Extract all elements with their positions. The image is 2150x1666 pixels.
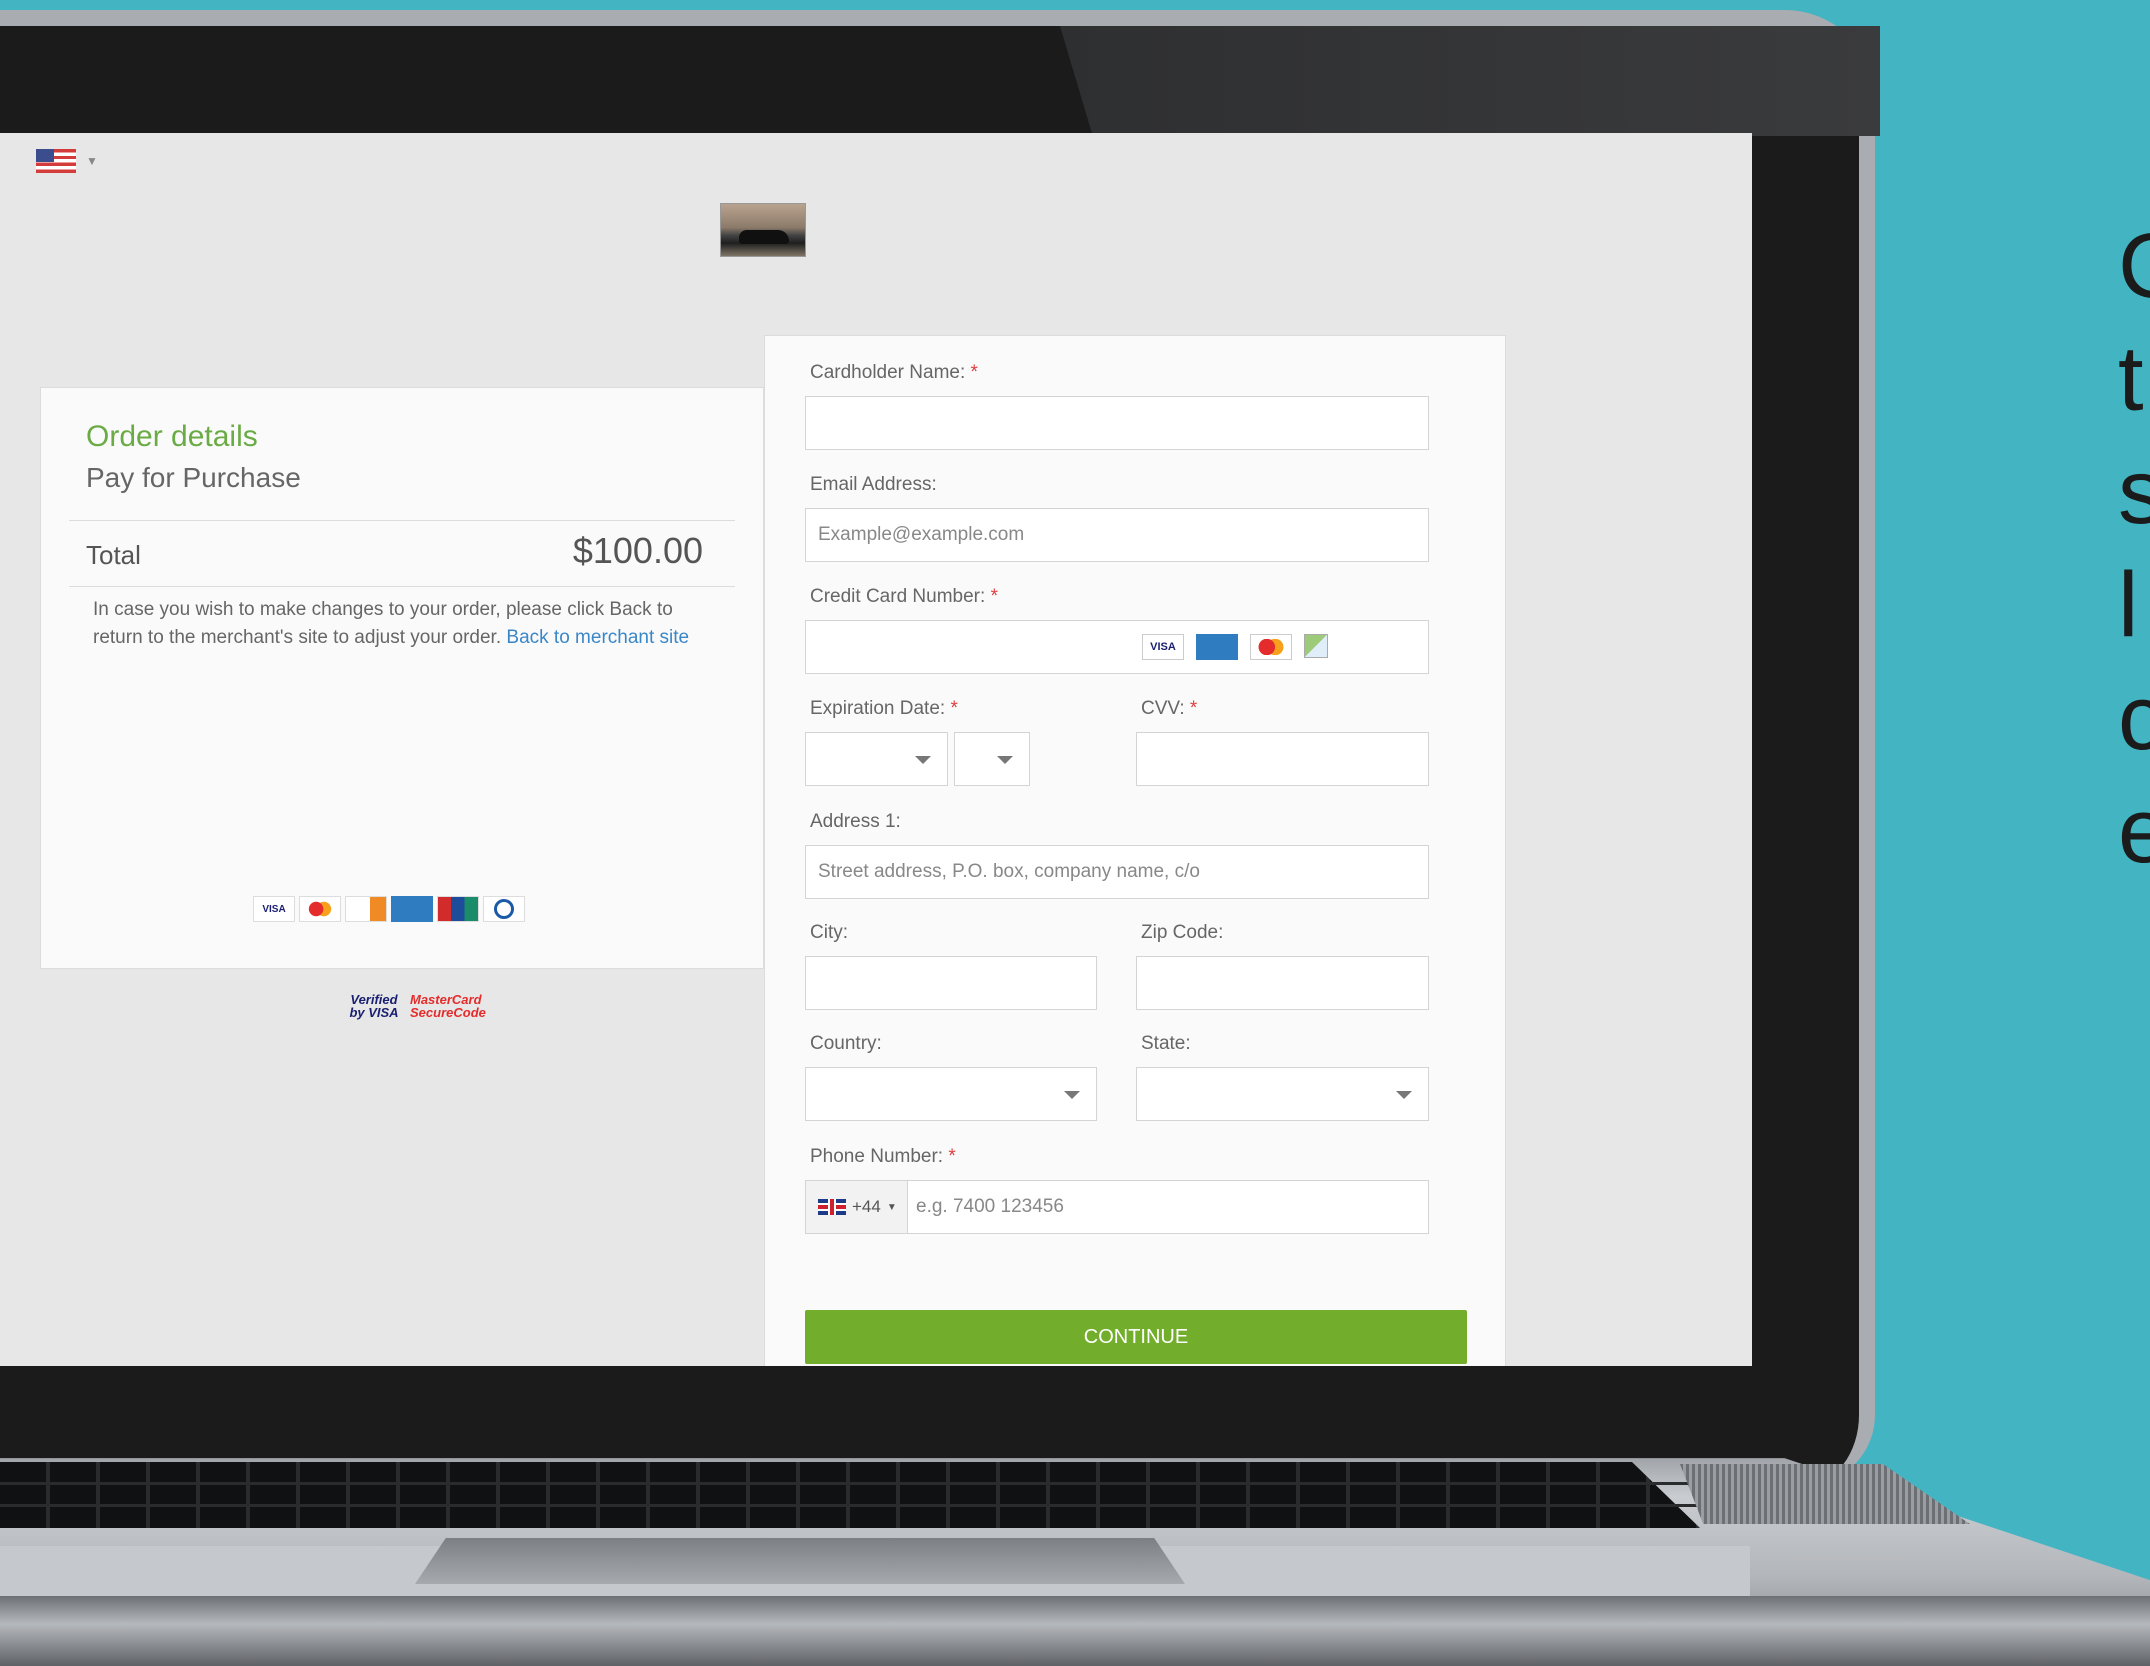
email-label: Email Address:	[810, 474, 937, 495]
phone-placeholder: e.g. 7400 123456	[916, 1196, 1064, 1217]
expiration-label: Expiration Date: *	[810, 698, 958, 719]
total-label: Total	[86, 540, 141, 570]
caret-down-icon: ▼	[86, 154, 98, 168]
trackpad	[415, 1538, 1185, 1584]
keyboard-row-gap	[0, 1504, 1700, 1507]
cvv-label: CVV: *	[1141, 698, 1198, 719]
us-flag-icon	[36, 149, 76, 173]
side-text-fragment: C t s l c e	[2118, 210, 2150, 888]
country-code-selector[interactable]: +44 ▼	[806, 1181, 908, 1233]
diners-club-icon	[483, 896, 525, 922]
order-title: Order details	[86, 420, 258, 453]
city-label: City:	[810, 922, 848, 943]
payment-form: Cardholder Name: * Email Address: Exampl…	[764, 335, 1506, 1366]
laptop-front-edge	[0, 1596, 2150, 1666]
caret-down-icon: ▼	[886, 1201, 897, 1213]
language-selector[interactable]: ▼	[36, 149, 98, 173]
city-input[interactable]	[805, 956, 1097, 1010]
side-text-line: e	[2118, 780, 2150, 882]
cvv-input[interactable]	[1136, 732, 1429, 786]
country-label: Country:	[810, 1033, 882, 1054]
zip-code-input[interactable]	[1136, 956, 1429, 1010]
visa-icon: VISA	[253, 896, 295, 922]
state-label: State:	[1141, 1033, 1191, 1054]
mastercard-securecode-badge: MasterCard SecureCode	[410, 992, 486, 1020]
card-type-icons: VISA	[1142, 634, 1328, 660]
amex-icon	[1196, 634, 1238, 660]
country-code: +44	[852, 1197, 881, 1216]
mastercard-icon	[299, 896, 341, 922]
checkout-page: ▼ Order details Pay for Purchase Total $…	[0, 133, 1752, 1366]
side-text-line: c	[2118, 667, 2150, 769]
discover-icon	[345, 896, 387, 922]
unionpay-icon	[437, 896, 479, 922]
expiration-month-select[interactable]	[805, 732, 948, 786]
verified-by-visa-badge: Verified by VISA	[349, 992, 399, 1020]
email-placeholder: Example@example.com	[818, 524, 1025, 545]
accepted-cards: VISA	[253, 896, 525, 922]
card-number-input[interactable]: VISA	[805, 620, 1429, 674]
state-select[interactable]	[1136, 1067, 1429, 1121]
broken-image-icon	[1304, 634, 1328, 658]
side-text-line: s	[2118, 441, 2150, 543]
phone-label: Phone Number: *	[810, 1146, 956, 1167]
amex-icon	[391, 896, 433, 922]
email-input[interactable]: Example@example.com	[805, 508, 1429, 562]
cardholder-label: Cardholder Name: *	[810, 362, 978, 383]
divider	[69, 586, 735, 587]
uk-flag-icon	[818, 1199, 846, 1215]
side-text-line: l	[2118, 554, 2139, 656]
cardholder-name-input[interactable]	[805, 396, 1429, 450]
order-details-panel: Order details Pay for Purchase Total $10…	[40, 387, 764, 969]
address-placeholder: Street address, P.O. box, company name, …	[818, 861, 1200, 882]
merchant-logo	[720, 203, 806, 257]
divider	[69, 520, 735, 521]
keyboard-row-gap	[0, 1482, 1700, 1485]
zip-label: Zip Code:	[1141, 922, 1224, 943]
bezel-reflection	[1060, 26, 1880, 136]
side-text-line: t	[2118, 328, 2144, 430]
address-label: Address 1:	[810, 811, 901, 832]
side-text-line: C	[2118, 210, 2150, 323]
mastercard-icon	[1250, 634, 1292, 660]
security-badges: Verified by VISA MasterCard SecureCode	[344, 992, 486, 1020]
keyboard	[0, 1462, 1700, 1528]
expiration-year-select[interactable]	[954, 732, 1030, 786]
continue-button[interactable]: CONTINUE	[805, 1310, 1467, 1364]
country-select[interactable]	[805, 1067, 1097, 1121]
visa-icon: VISA	[1142, 634, 1184, 660]
total-value: $100.00	[572, 530, 703, 571]
order-note: In case you wish to make changes to your…	[93, 596, 713, 652]
phone-input[interactable]: +44 ▼ e.g. 7400 123456	[805, 1180, 1429, 1234]
card-number-label: Credit Card Number: *	[810, 586, 998, 607]
back-to-merchant-link[interactable]: Back to merchant site	[506, 627, 689, 648]
speaker-grille	[1680, 1464, 1970, 1524]
address-input[interactable]: Street address, P.O. box, company name, …	[805, 845, 1429, 899]
order-subtitle: Pay for Purchase	[86, 462, 301, 493]
